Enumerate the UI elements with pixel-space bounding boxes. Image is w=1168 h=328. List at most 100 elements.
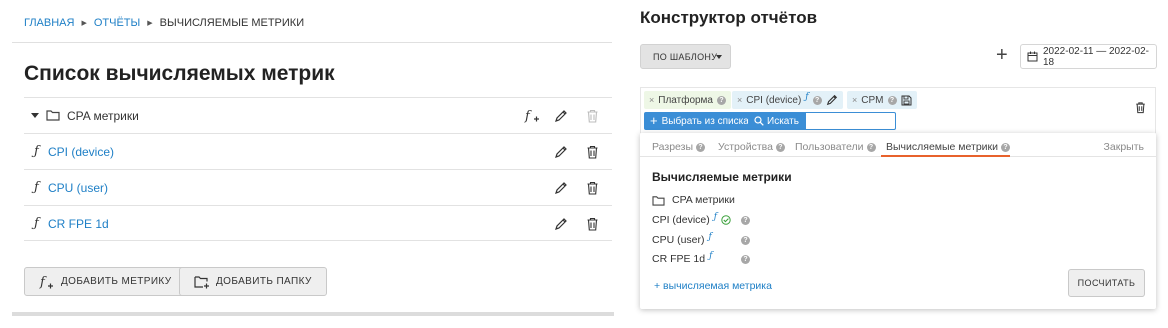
check-circle-icon [721, 215, 731, 225]
template-dropdown[interactable]: ПО ШАБЛОНУ [640, 44, 731, 69]
delete-trash-icon [586, 109, 599, 123]
edit-pencil-icon[interactable] [554, 217, 568, 231]
tab-calculated-metrics[interactable]: Вычисляемые метрики ? [886, 141, 1010, 153]
chevron-down-icon [716, 55, 722, 59]
metric-row: ƒ CPU (user) [24, 169, 612, 205]
help-icon[interactable]: ? [741, 216, 750, 225]
popup-metric-item[interactable]: CPU (user) ƒ [652, 232, 712, 246]
calendar-icon [1027, 51, 1038, 62]
chip-cpm[interactable]: × CPM ? [847, 91, 917, 109]
help-icon[interactable]: ? [696, 142, 706, 152]
folder-icon [652, 195, 665, 206]
add-folder-label: ДОБАВИТЬ ПАПКУ [216, 276, 312, 287]
popup-metric-label: CPI (device) [652, 214, 710, 226]
formula-icon: ƒ [34, 216, 39, 231]
help-icon[interactable]: ? [1001, 142, 1010, 152]
folder-label: CPA метрики [67, 109, 139, 123]
date-range-picker[interactable]: 2022-02-11 — 2022-02-18 [1020, 44, 1157, 69]
help-icon[interactable]: ? [887, 95, 897, 105]
breadcrumb: ГЛАВНАЯ ▶ ОТЧЁТЫ ▶ ВЫЧИСЛЯЕМЫЕ МЕТРИКИ [24, 17, 304, 29]
page-title: Список вычисляемых метрик [24, 62, 335, 85]
active-tab-indicator [881, 155, 1010, 157]
edit-pencil-icon[interactable] [554, 145, 568, 159]
delete-trash-icon[interactable] [586, 181, 599, 195]
add-folder-button[interactable]: ДОБАВИТЬ ПАПКУ [179, 267, 327, 296]
popup-folder[interactable]: CPA метрики [652, 194, 735, 206]
metric-row: ƒ CR FPE 1d [24, 205, 612, 241]
tab-label: Вычисляемые метрики [886, 141, 998, 153]
add-icon[interactable]: + [996, 45, 1008, 65]
popup-metric-item[interactable]: CR FPE 1d ƒ [652, 251, 713, 265]
close-button[interactable]: Закрыть [1104, 141, 1144, 153]
breadcrumb-home-link[interactable]: ГЛАВНАЯ [24, 17, 74, 29]
horizontal-scrollbar[interactable] [12, 312, 614, 316]
metric-link[interactable]: CPU (user) [48, 181, 108, 195]
formula-icon: ƒ [713, 212, 718, 222]
popup-heading: Вычисляемые метрики [652, 170, 792, 184]
folder-icon [46, 109, 60, 121]
help-icon[interactable]: ? [812, 95, 822, 105]
help-icon[interactable]: ? [866, 142, 876, 152]
popup-metric-item[interactable]: CPI (device) ƒ [652, 212, 731, 226]
search-button[interactable]: Искать [748, 112, 805, 130]
add-formula-icon[interactable]: f [524, 108, 540, 124]
help-icon[interactable]: ? [775, 142, 785, 152]
delete-trash-icon[interactable] [1135, 101, 1146, 114]
edit-pencil-icon[interactable] [826, 94, 838, 106]
add-formula-icon: f [39, 274, 55, 290]
search-input[interactable] [805, 112, 896, 130]
calculate-button[interactable]: ПОСЧИТАТЬ [1068, 269, 1145, 297]
add-metric-button[interactable]: f ДОБАВИТЬ МЕТРИКУ [24, 267, 187, 296]
tab-users[interactable]: Пользователи ? [795, 141, 876, 153]
formula-icon: ƒ [34, 180, 39, 195]
metrics-popup: Разрезы ? Устройства ? Пользователи ? Вы… [640, 133, 1156, 309]
metric-row: ƒ CPI (device) [24, 133, 612, 169]
folder-row[interactable]: CPA метрики f [24, 97, 612, 133]
popup-metric-label: CPU (user) [652, 234, 705, 246]
remove-icon[interactable]: × [737, 95, 742, 105]
add-folder-icon [194, 275, 210, 289]
date-range-value: 2022-02-11 — 2022-02-18 [1043, 45, 1149, 68]
edit-pencil-icon[interactable] [554, 109, 568, 123]
breadcrumb-reports-link[interactable]: ОТЧЁТЫ [94, 17, 140, 29]
metric-link[interactable]: CPI (device) [48, 145, 114, 159]
chip-platform[interactable]: × Платформа ? [644, 91, 731, 109]
delete-trash-icon[interactable] [586, 217, 599, 231]
tab-slices[interactable]: Разрезы ? [652, 141, 706, 153]
select-from-list-button[interactable]: + Выбрать из списка [644, 112, 755, 130]
tab-label: Устройства [718, 141, 773, 153]
chip-cpi-device[interactable]: × CPI (device) ƒ ? [732, 91, 843, 109]
metrics-table: CPA метрики f ƒ CPI (device) ƒ CPU (user… [24, 97, 612, 241]
remove-icon[interactable]: × [852, 95, 857, 105]
template-dropdown-label: ПО ШАБЛОНУ [653, 51, 718, 62]
svg-text:f: f [39, 275, 47, 290]
formula-icon: ƒ [805, 92, 809, 102]
tab-devices[interactable]: Устройства ? [718, 141, 785, 153]
metric-link[interactable]: CR FPE 1d [48, 217, 109, 231]
breadcrumb-separator-icon: ▶ [81, 20, 87, 27]
remove-icon[interactable]: × [649, 95, 654, 105]
save-disk-icon[interactable] [901, 95, 912, 106]
delete-trash-icon[interactable] [586, 145, 599, 159]
metrics-list-panel: ГЛАВНАЯ ▶ ОТЧЁТЫ ▶ ВЫЧИСЛЯЕМЫЕ МЕТРИКИ С… [0, 0, 624, 328]
popup-metric-label: CR FPE 1d [652, 253, 706, 265]
chip-label: CPM [861, 94, 884, 106]
selected-fields-area: × Платформа ? × CPI (device) ƒ ? × CPM ?… [640, 87, 1156, 133]
select-from-list-label: Выбрать из списка [661, 115, 749, 127]
popup-folder-label: CPA метрики [672, 194, 735, 206]
tab-label: Разрезы [652, 141, 694, 153]
help-icon[interactable]: ? [741, 255, 750, 264]
chip-label: CPI (device) [746, 94, 802, 106]
formula-icon: ƒ [708, 232, 712, 242]
page-title: Конструктор отчётов [640, 8, 818, 27]
help-icon[interactable]: ? [741, 236, 750, 245]
report-builder-panel: Конструктор отчётов ПО ШАБЛОНУ + 2022-02… [624, 0, 1168, 328]
chip-label: Платформа [658, 94, 713, 106]
caret-down-icon[interactable] [31, 113, 39, 118]
formula-icon: ƒ [709, 251, 713, 261]
edit-pencil-icon[interactable] [554, 181, 568, 195]
help-icon[interactable]: ? [717, 95, 726, 105]
search-label: Искать [767, 115, 799, 127]
search-icon [754, 116, 764, 126]
add-calculated-metric-link[interactable]: + вычисляемая метрика [654, 280, 772, 292]
